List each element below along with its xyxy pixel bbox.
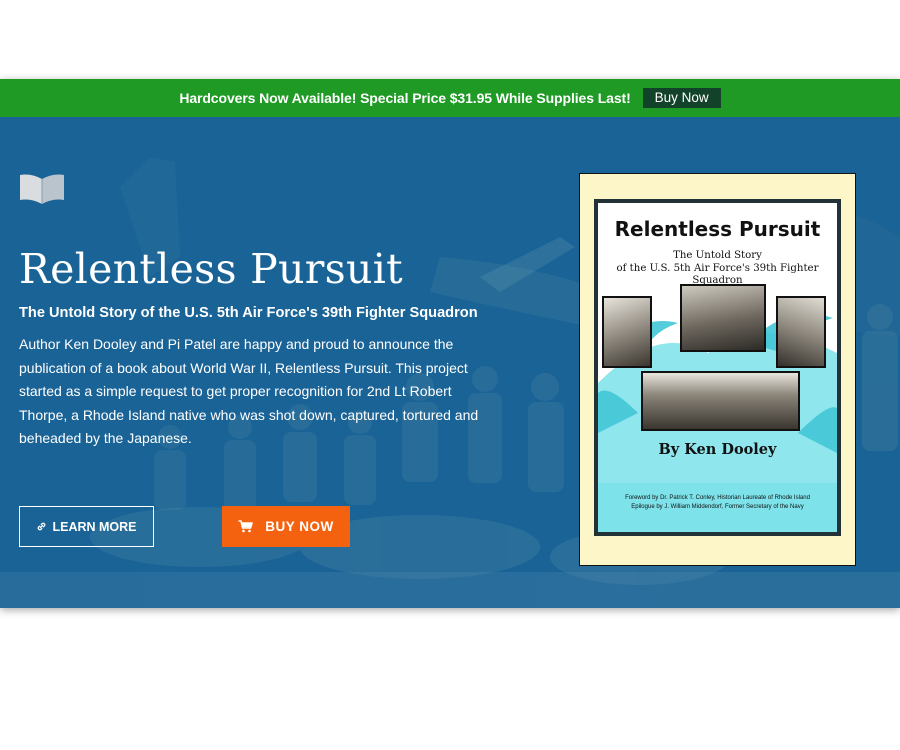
cover-photo-pilot-left [602, 296, 652, 368]
book-credits: Foreword by Dr. Patrick T. Conley, Histo… [625, 495, 810, 510]
link-icon [38, 522, 46, 531]
open-book-icon [20, 174, 64, 204]
learn-more-label: LEARN MORE [52, 519, 137, 534]
learn-more-button[interactable]: LEARN MORE [19, 506, 154, 547]
page-title: Relentless Pursuit [19, 245, 403, 293]
hero-description: Author Ken Dooley and Pi Patel are happy… [19, 336, 479, 446]
promo-buy-now-button[interactable]: Buy Now [642, 88, 721, 108]
cover-photo-squadron [641, 371, 800, 431]
cover-photo-pilot-right [776, 296, 826, 368]
cover-photo-aircraft [680, 284, 766, 352]
book-author: By Ken Dooley [658, 441, 777, 458]
hero-subtitle: The Untold Story of the U.S. 5th Air For… [19, 305, 478, 321]
book-cover-image: Relentless Pursuit The Untold Story of t… [579, 173, 856, 566]
buy-now-label: BUY NOW [265, 519, 334, 534]
promo-bar: Hardcovers Now Available! Special Price … [0, 79, 900, 117]
site-header: Hardcovers Now Available! Special Price … [0, 79, 900, 608]
book-title: Relentless Pursuit [614, 217, 821, 241]
promo-text: Hardcovers Now Available! Special Price … [179, 90, 631, 106]
hero-section: Relentless Pursuit The Untold Story of t… [0, 117, 900, 608]
buy-now-button[interactable]: BUY NOW [222, 506, 350, 547]
book-cover-panel: Relentless Pursuit The Untold Story of t… [594, 199, 841, 536]
book-subtitle: The Untold Story of the U.S. 5th Air For… [616, 250, 819, 286]
cart-icon [238, 520, 254, 533]
